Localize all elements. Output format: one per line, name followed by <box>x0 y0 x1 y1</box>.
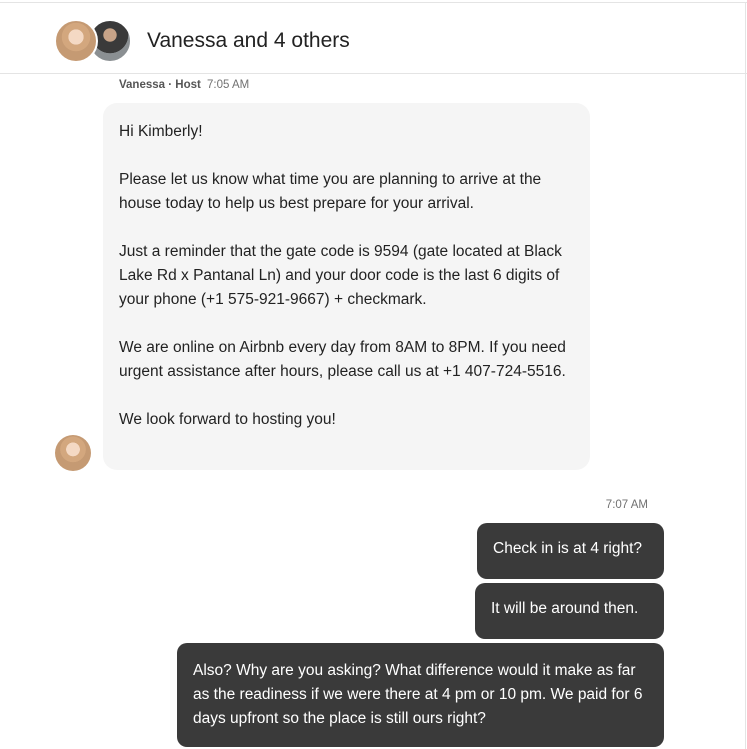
sender-name: Vanessa · Host <box>119 79 201 91</box>
avatar[interactable] <box>54 19 98 63</box>
message-meta: Vanessa · Host 7:05 AM <box>119 79 249 91</box>
participant-avatars[interactable] <box>54 19 132 63</box>
sender-avatar[interactable] <box>55 435 91 471</box>
outgoing-message-bubble: Check in is at 4 right? <box>477 523 664 579</box>
message-paragraph: Please let us know what time you are pla… <box>119 171 542 212</box>
message-time: 7:05 AM <box>207 79 250 91</box>
message-paragraph: We look forward to hosting you! <box>119 411 336 428</box>
incoming-message-bubble: Hi Kimberly! Please let us know what tim… <box>103 103 590 470</box>
panel-divider <box>745 3 746 749</box>
message-paragraph: We are online on Airbnb every day from 8… <box>119 339 566 380</box>
conversation-header: Vanessa and 4 others <box>0 3 747 74</box>
message-paragraph: Just a reminder that the gate code is 95… <box>119 243 562 308</box>
message-paragraph: Hi Kimberly! <box>119 123 203 140</box>
conversation-title[interactable]: Vanessa and 4 others <box>147 29 350 53</box>
reply-time: 7:07 AM <box>605 499 648 511</box>
outgoing-message-bubble: It will be around then. <box>475 583 664 639</box>
outgoing-message-bubble: Also? Why are you asking? What differenc… <box>177 643 664 747</box>
